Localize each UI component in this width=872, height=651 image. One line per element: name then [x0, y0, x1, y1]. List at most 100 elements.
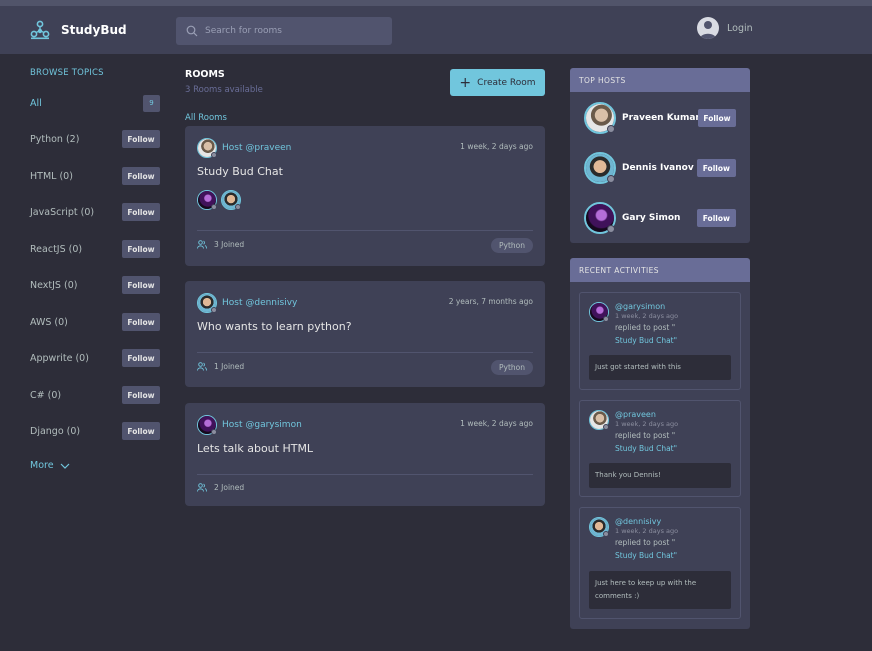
host-name: Host @praveen [222, 143, 292, 153]
room-topic-tag[interactable]: Python [491, 238, 533, 253]
room-title[interactable]: Lets talk about HTML [197, 442, 313, 455]
activity-time: 1 week, 2 days ago [615, 420, 679, 428]
topic-item[interactable]: AWS (0) Follow [30, 313, 160, 331]
topic-label: AWS (0) [30, 316, 68, 328]
room-time: 2 years, 7 months ago [448, 297, 533, 306]
room-card[interactable]: Host @dennisivy 2 years, 7 months ago Wh… [185, 281, 545, 387]
room-title[interactable]: Who wants to learn python? [197, 320, 352, 333]
topic-item-all[interactable]: All 9 [30, 94, 160, 112]
chevron-down-icon [60, 463, 69, 469]
people-icon [197, 483, 207, 492]
activity-username[interactable]: @dennisivy [615, 517, 678, 527]
browse-topics-title: BROWSE TOPICS [30, 68, 104, 78]
room-time: 1 week, 2 days ago [460, 419, 533, 428]
follow-topic-button[interactable]: Follow [122, 386, 160, 404]
studybud-logo-icon [30, 20, 50, 40]
topic-label: Django (0) [30, 425, 81, 437]
joined-count: 1 Joined [197, 362, 244, 371]
topic-label: JavaScript (0) [30, 206, 95, 218]
topic-item[interactable]: JavaScript (0) Follow [30, 203, 160, 221]
participant-avatar[interactable] [221, 190, 241, 210]
joined-label: 3 Joined [214, 240, 245, 249]
follow-host-button[interactable]: Follow [696, 209, 736, 227]
room-divider [197, 352, 533, 353]
activity-user[interactable]: @dennisivy 1 week, 2 days ago replied to… [589, 517, 678, 562]
participant-avatar[interactable] [197, 190, 217, 210]
top-hosts-panel: Praveen Kumar Follow Dennis Ivanov Follo… [570, 92, 750, 243]
activity-avatar [589, 517, 609, 537]
search-bar[interactable] [176, 17, 392, 45]
joined-count: 3 Joined [197, 240, 244, 249]
host-name: Host @garysimon [222, 420, 302, 430]
activity-room-link[interactable]: Study Bud Chat" [615, 442, 678, 455]
follow-topic-button[interactable]: Follow [122, 130, 160, 148]
app-name: StudyBud [61, 23, 127, 37]
follow-topic-button[interactable]: Follow [122, 422, 160, 440]
topic-item[interactable]: Appwrite (0) Follow [30, 349, 160, 367]
follow-topic-button[interactable]: Follow [122, 203, 160, 221]
follow-topic-button[interactable]: Follow [122, 313, 160, 331]
all-rooms-link[interactable]: All Rooms [185, 113, 227, 123]
topic-item[interactable]: NextJS (0) Follow [30, 276, 160, 294]
people-icon [197, 362, 207, 371]
activity-user[interactable]: @garysimon 1 week, 2 days ago replied to… [589, 302, 678, 347]
follow-topic-button[interactable]: Follow [122, 349, 160, 367]
follow-topic-button[interactable]: Follow [122, 276, 160, 294]
follow-host-button[interactable]: Follow [698, 109, 736, 127]
topic-item[interactable]: HTML (0) Follow [30, 167, 160, 185]
topic-item[interactable]: Python (2) Follow [30, 130, 160, 148]
activity-username[interactable]: @garysimon [615, 302, 678, 312]
search-input[interactable] [205, 26, 375, 36]
follow-topic-button[interactable]: Follow [122, 167, 160, 185]
room-host[interactable]: Host @dennisivy [197, 293, 297, 313]
more-topics-link[interactable]: More [30, 460, 70, 471]
top-hosts-header: TOP HOSTS [570, 68, 750, 92]
topic-label: ReactJS (0) [30, 243, 83, 255]
host-avatar [584, 202, 616, 234]
room-divider [197, 230, 533, 231]
participant-avatars [197, 190, 245, 210]
activity-room-link[interactable]: Study Bud Chat" [615, 549, 678, 562]
topic-item[interactable]: ReactJS (0) Follow [30, 240, 160, 258]
host-avatar [197, 138, 217, 158]
room-host[interactable]: Host @garysimon [197, 415, 302, 435]
topic-label: Appwrite (0) [30, 352, 89, 364]
host-avatar [197, 415, 217, 435]
follow-topic-button[interactable]: Follow [122, 240, 160, 258]
room-host[interactable]: Host @praveen [197, 138, 291, 158]
activity-room-link[interactable]: Study Bud Chat" [615, 334, 678, 347]
room-title[interactable]: Study Bud Chat [197, 165, 283, 178]
login-link[interactable]: Login [697, 17, 753, 39]
host-row[interactable]: Praveen Kumar Follow [584, 102, 736, 134]
activity-action: replied to post " [615, 538, 676, 547]
activity-avatar [589, 410, 609, 430]
activity-user[interactable]: @praveen 1 week, 2 days ago replied to p… [589, 410, 678, 455]
room-card[interactable]: Host @garysimon 1 week, 2 days ago Lets … [185, 403, 545, 506]
topic-label: HTML (0) [30, 170, 73, 182]
room-topic-tag[interactable]: Python [491, 360, 533, 375]
recent-activities-header: RECENT ACTIVITIES [570, 258, 750, 282]
people-icon [197, 240, 207, 249]
create-room-button[interactable]: + Create Room [450, 69, 545, 96]
host-avatar [584, 102, 616, 134]
room-card[interactable]: Host @praveen 1 week, 2 days ago Study B… [185, 126, 545, 266]
user-avatar-icon [697, 17, 719, 39]
host-row[interactable]: Dennis Ivanov Follow [584, 152, 736, 184]
joined-label: 1 Joined [214, 362, 245, 371]
topic-item[interactable]: C# (0) Follow [30, 386, 160, 404]
rooms-count: 3 Rooms available [185, 85, 263, 95]
topic-item[interactable]: Django (0) Follow [30, 422, 160, 440]
activity-username[interactable]: @praveen [615, 410, 678, 420]
activity-message: Just here to keep up with the comments :… [589, 571, 731, 609]
logo[interactable]: StudyBud [30, 20, 127, 40]
activity-avatar [589, 302, 609, 322]
host-name: Host @dennisivy [222, 298, 298, 308]
activity-action: replied to post " [615, 323, 676, 332]
host-avatar [584, 152, 616, 184]
more-label: More [30, 460, 54, 471]
room-divider [197, 474, 533, 475]
plus-icon: + [459, 74, 472, 91]
follow-host-button[interactable]: Follow [696, 159, 736, 177]
host-row[interactable]: Gary Simon Follow [584, 202, 736, 234]
activity-card: @garysimon 1 week, 2 days ago replied to… [579, 292, 741, 390]
